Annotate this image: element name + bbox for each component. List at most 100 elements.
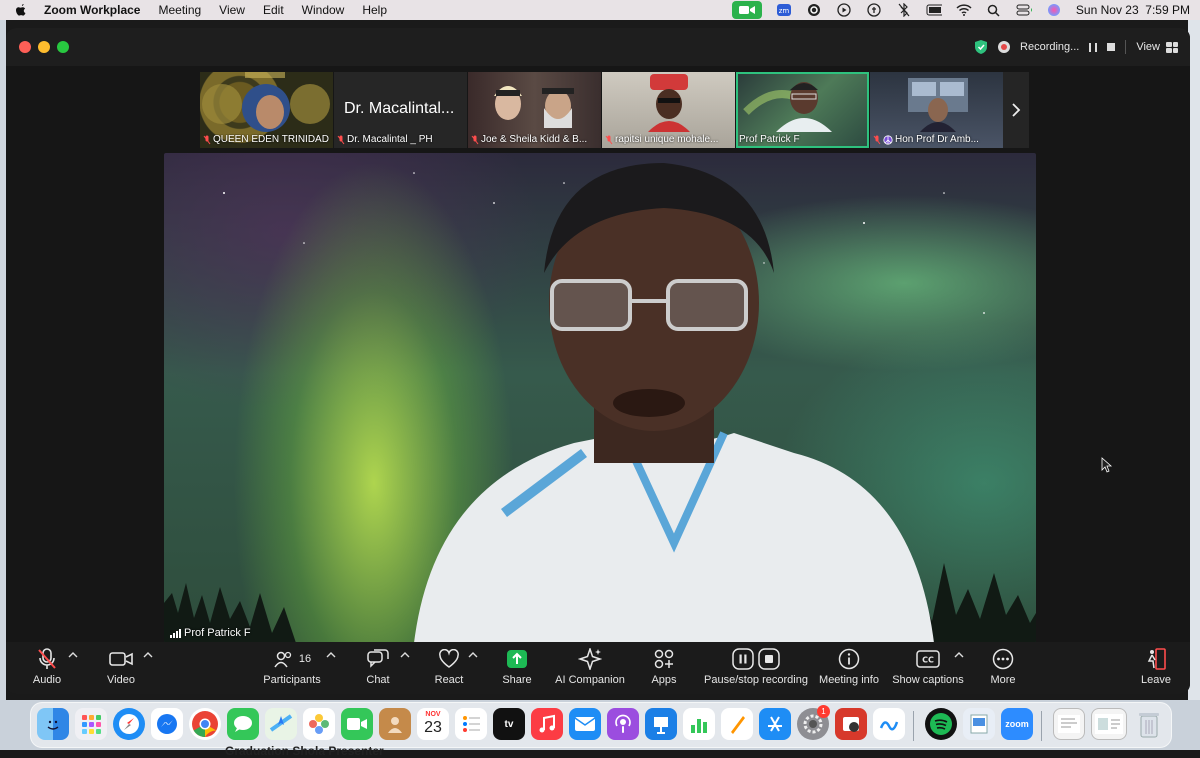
- apple-menu-icon[interactable]: [14, 3, 28, 17]
- menu-help[interactable]: Help: [362, 3, 387, 17]
- safari-icon[interactable]: [113, 708, 145, 740]
- participant-name-label: Hon Prof Dr Amb...: [873, 134, 1000, 145]
- dock-separator: [913, 711, 914, 741]
- info-icon: [838, 648, 860, 670]
- active-speaker-name-label: Prof Patrick F: [170, 627, 251, 639]
- music-icon[interactable]: [531, 708, 563, 740]
- bluetooth-off-icon[interactable]: [896, 3, 912, 17]
- preview-icon[interactable]: [963, 708, 995, 740]
- play-circle-icon[interactable]: [836, 3, 852, 17]
- participant-video-image: [908, 78, 968, 132]
- chat-options-caret-icon[interactable]: [400, 650, 410, 660]
- heart-icon: [439, 649, 459, 668]
- chat-bubble-icon: [367, 649, 389, 668]
- thumbnail-next-page-button[interactable]: [1003, 72, 1029, 148]
- participant-thumbnail-active-speaker[interactable]: Prof Patrick F: [736, 72, 869, 148]
- wifi-icon[interactable]: [956, 3, 972, 17]
- zoom-dock-label: zoom: [1005, 719, 1029, 729]
- react-button[interactable]: React: [434, 646, 464, 690]
- participant-thumbnail[interactable]: Dr. Macalintal... Dr. Macalintal _ PH: [334, 72, 467, 148]
- chat-button[interactable]: Chat: [364, 646, 392, 690]
- menu-meeting[interactable]: Meeting: [158, 3, 201, 17]
- more-button[interactable]: More: [988, 646, 1018, 690]
- messages-icon[interactable]: [227, 708, 259, 740]
- share-screen-icon: [507, 650, 527, 668]
- calendar-icon[interactable]: NOV 23: [417, 708, 449, 740]
- pause-stop-recording-button[interactable]: Pause/stop recording: [704, 646, 808, 690]
- numbers-icon[interactable]: [683, 708, 715, 740]
- encryption-shield-icon[interactable]: [974, 39, 988, 55]
- view-button[interactable]: View: [1136, 41, 1178, 53]
- app-store-icon[interactable]: [759, 708, 791, 740]
- audio-button[interactable]: Audio: [32, 646, 62, 690]
- muted-mic-icon: [873, 135, 881, 144]
- zoom-app-icon[interactable]: zm: [776, 3, 792, 17]
- contacts-icon[interactable]: [379, 708, 411, 740]
- podcasts-icon[interactable]: [607, 708, 639, 740]
- participants-icon: [274, 651, 292, 668]
- video-button[interactable]: Video: [106, 646, 136, 690]
- siri-icon[interactable]: [1046, 3, 1062, 17]
- svg-text:zm: zm: [779, 7, 790, 15]
- react-options-caret-icon[interactable]: [468, 650, 478, 660]
- menu-clock[interactable]: Sun Nov 23 7:59 PM: [1076, 3, 1190, 17]
- messenger-icon[interactable]: [151, 708, 183, 740]
- participants-button[interactable]: 16 Participants: [262, 646, 322, 690]
- participant-name-label: Dr. Macalintal _ PH: [337, 134, 464, 145]
- minimized-window-icon[interactable]: [1091, 708, 1127, 740]
- apple-tv-icon[interactable]: tv: [493, 708, 525, 740]
- mail-icon[interactable]: [569, 708, 601, 740]
- participants-options-caret-icon[interactable]: [326, 650, 336, 660]
- mouse-pointer-icon: [1101, 457, 1113, 473]
- grammarly-icon[interactable]: [806, 3, 822, 17]
- ai-companion-button[interactable]: AI Companion: [555, 646, 625, 690]
- more-dots-icon: [992, 648, 1014, 670]
- speaker-person: [414, 163, 934, 643]
- title-divider: [1125, 40, 1127, 54]
- calendar-day: 23: [424, 719, 442, 736]
- participant-thumbnail[interactable]: Joe & Sheila Kidd & B...: [468, 72, 601, 148]
- participant-thumbnail[interactable]: rapitsi unique mohale...: [602, 72, 735, 148]
- menu-app-name[interactable]: Zoom Workplace: [44, 3, 140, 17]
- zoom-dock-icon[interactable]: zoom: [1001, 708, 1033, 740]
- control-center-icon[interactable]: [1016, 3, 1032, 17]
- accessibility-icon[interactable]: [866, 3, 882, 17]
- spotify-icon[interactable]: [925, 708, 957, 740]
- battery-icon[interactable]: [926, 3, 942, 17]
- reminders-icon[interactable]: [455, 708, 487, 740]
- menu-view[interactable]: View: [219, 3, 245, 17]
- apps-button[interactable]: Apps: [650, 646, 678, 690]
- participant-thumbnail[interactable]: Hon Prof Dr Amb...: [870, 72, 1003, 148]
- keynote-icon[interactable]: [645, 708, 677, 740]
- window-close-button[interactable]: [19, 41, 31, 53]
- leave-button[interactable]: Leave: [1140, 646, 1172, 690]
- menu-window[interactable]: Window: [302, 3, 345, 17]
- window-minimize-button[interactable]: [38, 41, 50, 53]
- facetime-icon[interactable]: [341, 708, 373, 740]
- meeting-info-button[interactable]: Meeting info: [818, 646, 880, 690]
- active-speaker-video[interactable]: Prof Patrick F: [164, 153, 1036, 643]
- spotlight-search-icon[interactable]: [986, 3, 1002, 17]
- participant-thumbnail[interactable]: QUEEN EDEN TRINIDAD: [200, 72, 333, 148]
- audio-options-caret-icon[interactable]: [68, 650, 78, 660]
- trash-icon[interactable]: [1133, 708, 1165, 740]
- share-button[interactable]: Share: [502, 646, 532, 690]
- zoom-video-status-icon[interactable]: [731, 1, 762, 19]
- finder-icon[interactable]: [37, 708, 69, 740]
- pages-icon[interactable]: [721, 708, 753, 740]
- photos-icon[interactable]: [303, 708, 335, 740]
- captions-options-caret-icon[interactable]: [954, 650, 964, 660]
- pause-recording-icon[interactable]: [1089, 42, 1098, 52]
- stop-recording-icon[interactable]: [1107, 43, 1116, 51]
- maps-icon[interactable]: [265, 708, 297, 740]
- chevron-right-icon: [1012, 103, 1021, 117]
- chrome-icon[interactable]: [189, 708, 221, 740]
- photo-booth-icon[interactable]: [835, 708, 867, 740]
- window-fullscreen-button[interactable]: [57, 41, 69, 53]
- menu-edit[interactable]: Edit: [263, 3, 284, 17]
- video-options-caret-icon[interactable]: [143, 650, 153, 660]
- freeform-icon[interactable]: [873, 708, 905, 740]
- minimized-document-icon[interactable]: [1053, 708, 1085, 740]
- participants-count: 16: [298, 653, 312, 665]
- launchpad-icon[interactable]: [75, 708, 107, 740]
